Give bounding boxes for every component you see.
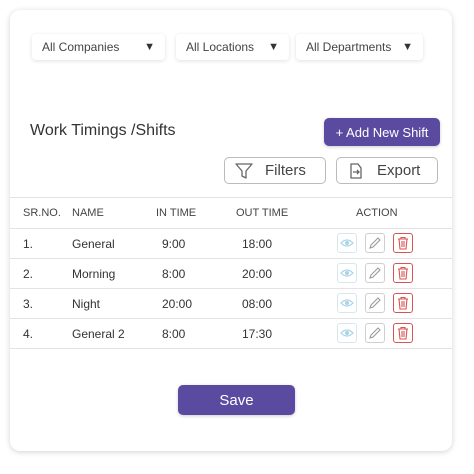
trash-icon [398, 236, 408, 250]
eye-icon [340, 269, 354, 277]
eye-icon [340, 239, 354, 247]
row-out-time: 17:30 [242, 326, 273, 341]
row-sr-no: 3. [23, 296, 34, 311]
filters-button[interactable]: Filters [224, 157, 326, 184]
row-in-time: 8:00 [162, 266, 186, 281]
row-in-time: 8:00 [162, 326, 186, 341]
row-out-time: 20:00 [242, 266, 273, 281]
view-button[interactable] [337, 263, 357, 283]
header-in-time: IN TIME [156, 207, 197, 219]
row-name: Morning [72, 266, 116, 281]
edit-button[interactable] [365, 293, 385, 313]
pencil-icon [369, 327, 381, 339]
edit-button[interactable] [365, 263, 385, 283]
caret-down-icon: ▼ [402, 41, 413, 53]
table-row: 4. General 2 8:00 17:30 [10, 319, 452, 349]
row-name: Night [72, 296, 101, 311]
locations-dropdown-label: All Locations [186, 40, 255, 54]
save-button[interactable]: Save [178, 385, 295, 415]
pencil-icon [369, 237, 381, 249]
row-sr-no: 4. [23, 326, 34, 341]
row-out-time: 18:00 [242, 236, 273, 251]
table-row: 2. Morning 8:00 20:00 [10, 259, 452, 289]
shifts-table: SR.NO. NAME IN TIME OUT TIME ACTION 1. G… [10, 197, 452, 349]
caret-down-icon: ▼ [268, 41, 279, 53]
caret-down-icon: ▼ [144, 41, 155, 53]
filters-button-label: Filters [265, 162, 306, 179]
row-out-time: 08:00 [242, 296, 273, 311]
row-name: General [72, 236, 115, 251]
page-title: Work Timings /Shifts [30, 122, 176, 139]
delete-button[interactable] [393, 263, 413, 283]
delete-button[interactable] [393, 293, 413, 313]
export-button-label: Export [377, 162, 421, 179]
row-in-time: 20:00 [162, 296, 193, 311]
view-button[interactable] [337, 233, 357, 253]
trash-icon [398, 266, 408, 280]
table-row: 3. Night 20:00 08:00 [10, 289, 452, 319]
header-action: ACTION [356, 207, 398, 219]
row-sr-no: 1. [23, 236, 34, 251]
companies-dropdown-label: All Companies [42, 40, 120, 54]
delete-button[interactable] [393, 323, 413, 343]
row-name: General 2 [72, 326, 125, 341]
trash-icon [398, 296, 408, 310]
edit-button[interactable] [365, 233, 385, 253]
add-new-shift-button[interactable]: + Add New Shift [324, 118, 440, 146]
funnel-icon [235, 162, 253, 179]
export-button[interactable]: Export [336, 157, 438, 184]
departments-dropdown-label: All Departments [306, 40, 392, 54]
row-in-time: 9:00 [162, 236, 186, 251]
eye-icon [340, 299, 354, 307]
edit-button[interactable] [365, 323, 385, 343]
companies-dropdown[interactable]: All Companies ▼ [32, 34, 165, 60]
locations-dropdown[interactable]: All Locations ▼ [176, 34, 289, 60]
trash-icon [398, 326, 408, 340]
table-header-row: SR.NO. NAME IN TIME OUT TIME ACTION [10, 197, 452, 229]
eye-icon [340, 329, 354, 337]
export-icon [350, 162, 362, 179]
view-button[interactable] [337, 323, 357, 343]
departments-dropdown[interactable]: All Departments ▼ [296, 34, 423, 60]
header-name: NAME [72, 207, 104, 219]
table-row: 1. General 9:00 18:00 [10, 229, 452, 259]
pencil-icon [369, 297, 381, 309]
view-button[interactable] [337, 293, 357, 313]
row-sr-no: 2. [23, 266, 34, 281]
header-out-time: OUT TIME [236, 207, 289, 219]
pencil-icon [369, 267, 381, 279]
delete-button[interactable] [393, 233, 413, 253]
header-sr-no: SR.NO. [23, 207, 61, 219]
